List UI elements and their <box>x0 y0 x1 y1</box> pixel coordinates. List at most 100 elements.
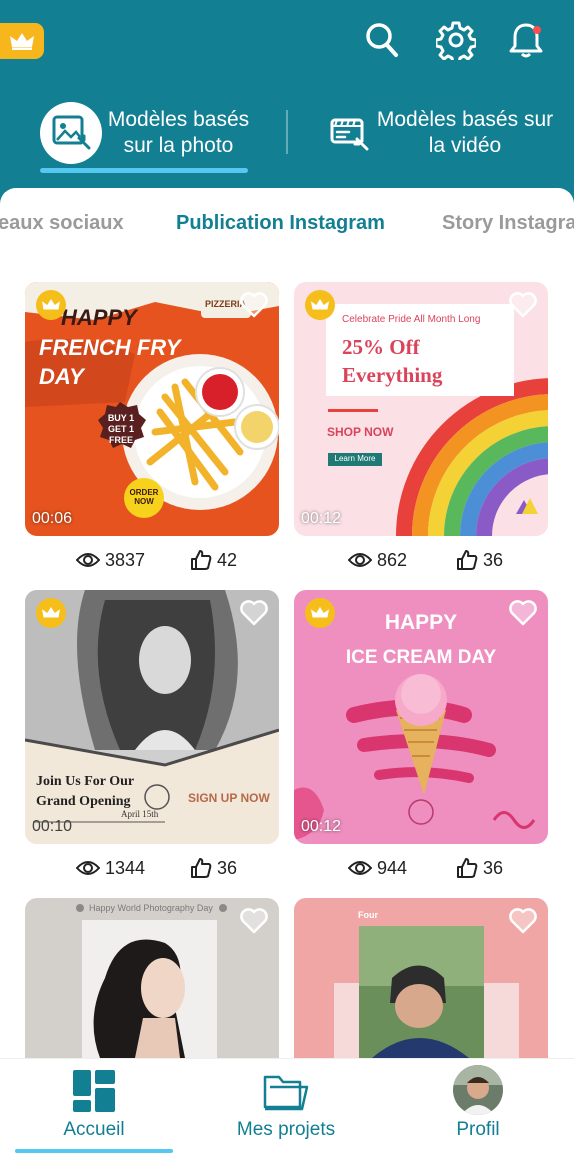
tab-reseaux-sociaux[interactable]: eaux sociaux <box>0 212 124 235</box>
thumbs-up-icon <box>457 858 478 878</box>
bottom-navigation: Accueil Mes projets Profil <box>0 1058 574 1157</box>
heart-icon <box>240 907 268 933</box>
art-title-2: FRENCH FRY <box>39 335 181 360</box>
template-card[interactable]: Join Us For Our Grand Opening SIGN UP NO… <box>25 590 279 844</box>
photo-template-icon <box>52 115 91 150</box>
tab-video-label: Modèles basés sur la vidéo <box>376 108 554 157</box>
heart-icon <box>509 907 537 933</box>
premium-badge <box>305 598 335 628</box>
video-template-icon <box>330 118 369 151</box>
eye-icon <box>348 861 372 875</box>
premium-badge <box>305 290 335 320</box>
nav-accueil[interactable]: Accueil <box>40 1059 148 1157</box>
favorite-button[interactable] <box>237 288 271 320</box>
art-date: April 15th <box>121 809 159 819</box>
nav-profil-label: Profil <box>456 1119 500 1140</box>
video-template-icon-wrap <box>328 111 372 155</box>
thumbs-up-icon <box>191 550 212 570</box>
likes-value: 42 <box>217 549 238 570</box>
nav-profil[interactable]: Profil <box>440 1059 516 1157</box>
profile-photo <box>453 1065 503 1115</box>
template-card[interactable]: Happy World Photography Day <box>25 898 279 1068</box>
tab-story-instagram[interactable]: Story Instagra <box>442 212 574 235</box>
video-duration: 00:12 <box>301 510 342 527</box>
template-panel: eaux sociaux Publication Instagram Story… <box>0 188 574 1068</box>
heart-icon <box>240 291 268 317</box>
template-card[interactable]: Celebrate Pride All Month Long 25% Off E… <box>294 282 548 536</box>
tab-divider <box>286 110 288 154</box>
search-icon <box>366 23 398 57</box>
active-nav-indicator <box>15 1149 173 1153</box>
crown-icon <box>311 607 329 618</box>
heart-icon <box>509 291 537 317</box>
settings-button[interactable] <box>434 18 478 62</box>
video-duration: 00:10 <box>32 818 73 835</box>
notifications-button[interactable] <box>504 18 548 62</box>
tab-photo-templates[interactable]: Modèles basés sur la photo <box>40 92 255 174</box>
likes-count: 42 <box>190 547 237 573</box>
art-button: Learn More <box>334 454 376 463</box>
views-value: 944 <box>377 857 408 878</box>
art-title-2: Grand Opening <box>36 794 131 809</box>
eye-icon <box>76 861 100 875</box>
favorite-button[interactable] <box>237 904 271 936</box>
views-value: 3837 <box>105 549 146 570</box>
likes-value: 36 <box>483 549 504 570</box>
avatar <box>453 1065 503 1115</box>
nav-mes-projets[interactable]: Mes projets <box>225 1059 347 1157</box>
art-title-1: Join Us For Our <box>36 774 135 789</box>
favorite-button[interactable] <box>506 288 540 320</box>
tab-publication-instagram[interactable]: Publication Instagram <box>176 212 385 235</box>
nav-accueil-label: Accueil <box>63 1119 125 1140</box>
eye-icon <box>76 553 100 567</box>
likes-count: 36 <box>190 855 237 881</box>
art-title-1: HAPPY <box>61 305 137 330</box>
premium-badge <box>36 598 66 628</box>
favorite-button[interactable] <box>237 596 271 628</box>
art-title-1: 25% Off <box>342 335 420 359</box>
views-value: 862 <box>377 549 408 570</box>
home-grid-icon <box>73 1070 115 1112</box>
thumbs-up-icon <box>191 858 212 878</box>
heart-icon <box>509 599 537 625</box>
art-title-2: ICE CREAM DAY <box>345 647 497 668</box>
template-card[interactable]: HAPPY ICE CREAM DAY 00:12 <box>294 590 548 844</box>
favorite-button[interactable] <box>506 596 540 628</box>
views-count: 3837 <box>76 547 145 573</box>
art-caption: Happy World Photography Day <box>89 903 213 913</box>
eye-icon <box>348 553 372 567</box>
crown-icon <box>10 33 34 50</box>
gear-icon <box>436 21 476 60</box>
video-duration: 00:06 <box>32 510 73 527</box>
nav-mes-projets-label: Mes projets <box>236 1119 336 1140</box>
views-count: 944 <box>348 855 407 881</box>
likes-value: 36 <box>483 857 504 878</box>
premium-button[interactable] <box>0 23 44 59</box>
art-title-2: Everything <box>342 363 443 387</box>
folder-icon <box>263 1075 309 1111</box>
tab-photo-label: Modèles basés sur la photo <box>107 108 250 157</box>
crown-icon <box>42 299 60 310</box>
views-value: 1344 <box>105 857 146 878</box>
photo-template-icon-circle <box>40 102 102 164</box>
art-cta: SIGN UP NOW <box>188 791 270 805</box>
art-cta: ORDER NOW <box>129 488 159 506</box>
views-count: 862 <box>348 547 407 573</box>
notification-dot <box>533 26 541 34</box>
art-caption: Four <box>358 910 378 920</box>
tab-video-templates[interactable]: Modèles basés sur la vidéo <box>328 92 558 174</box>
thumbs-up-icon <box>457 550 478 570</box>
category-tabs: eaux sociaux Publication Instagram Story… <box>0 212 574 242</box>
heart-icon <box>240 599 268 625</box>
template-card[interactable]: HAPPY FRENCH FRY DAY BUY 1 GET 1 FREE OR… <box>25 282 279 536</box>
art-cta: SHOP NOW <box>327 425 394 439</box>
favorite-button[interactable] <box>506 904 540 936</box>
app-header: Modèles basés sur la photo Modèles basés… <box>0 0 574 215</box>
premium-badge <box>36 290 66 320</box>
crown-icon <box>42 607 60 618</box>
views-count: 1344 <box>76 855 145 881</box>
search-button[interactable] <box>360 18 404 62</box>
likes-count: 36 <box>456 547 503 573</box>
template-card[interactable]: Four <box>294 898 548 1068</box>
art-title-3: DAY <box>39 364 84 389</box>
